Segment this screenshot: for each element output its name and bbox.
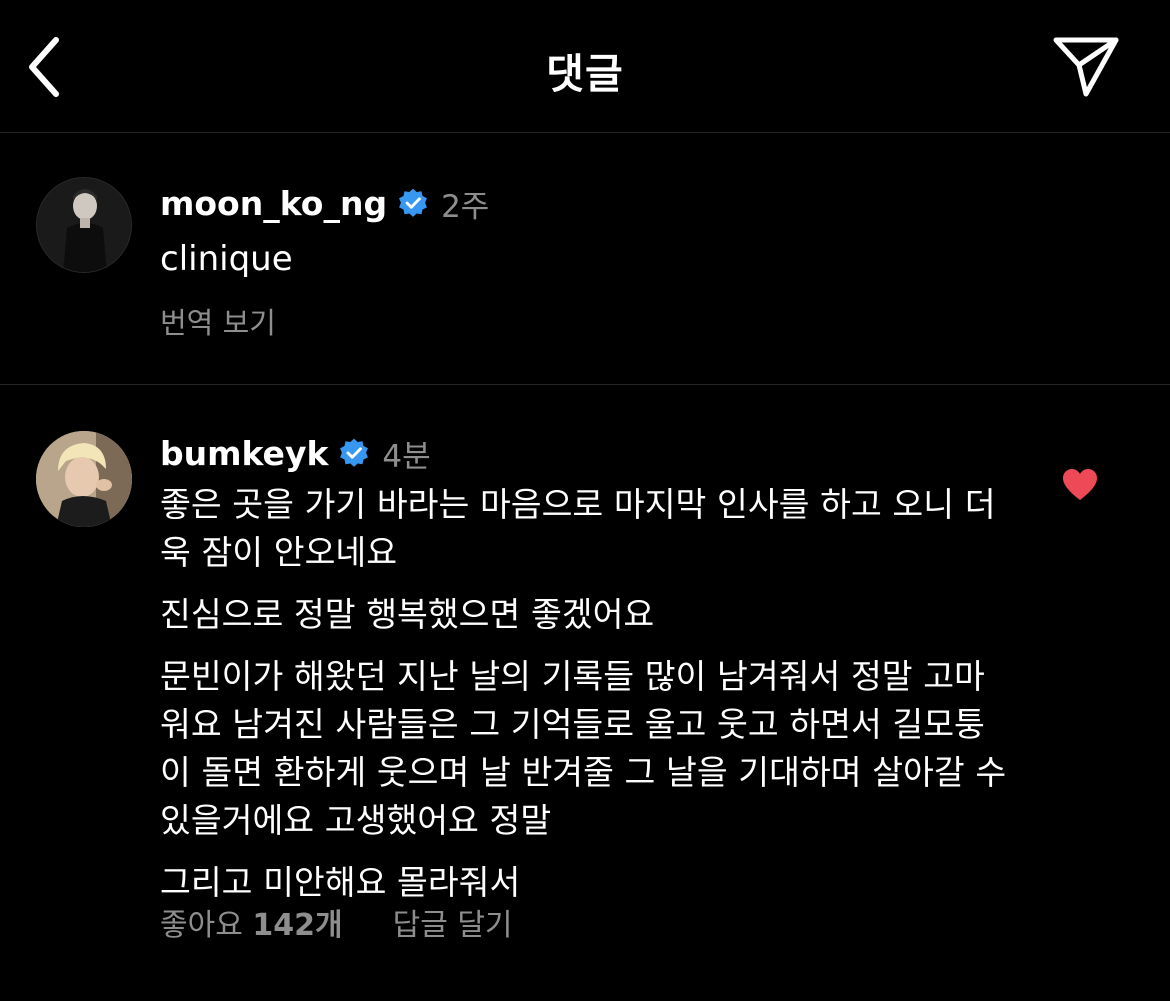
comment-paragraph: 문빈이가 해왔던 지난 날의 기록들 많이 남겨줘서 정말 고마워요 남겨진 사… (160, 657, 1007, 840)
avatar-image (37, 178, 131, 272)
comment-paragraph: 좋은 곳을 가기 바라는 마음으로 마지막 인사를 하고 오니 더욱 잠이 안오… (160, 485, 996, 572)
page-title: 댓글 (546, 50, 624, 98)
comment-item: moon_ko_ng 2주 clinique 번역 보기 (0, 133, 1170, 385)
reply-button[interactable]: 답글 달기 (393, 900, 513, 944)
comment-footer: 좋아요 142개 답글 달기 (160, 900, 513, 944)
likes-prefix: 좋아요 (160, 908, 243, 943)
verified-badge-icon (340, 438, 369, 467)
avatar[interactable] (36, 431, 132, 527)
comment-paragraph: 진심으로 정말 행복했으면 좋겠어요 (160, 595, 655, 634)
comment-time: 4분 (382, 438, 431, 475)
header: 댓글 (0, 0, 1170, 133)
likes-number: 142개 (252, 908, 343, 943)
username-link[interactable]: bumkeyk (160, 434, 328, 473)
comment-text: clinique (160, 239, 293, 279)
translate-link[interactable]: 번역 보기 (160, 300, 276, 342)
like-button[interactable] (1062, 468, 1098, 502)
comment-meta: bumkeyk 4분 (160, 433, 431, 475)
avatar[interactable] (36, 177, 132, 273)
comment-item: bumkeyk 4분 좋은 곳을 가기 바라는 마음으로 마지막 인사를 하고 … (0, 385, 1170, 1001)
avatar-image (36, 431, 132, 527)
comment-time: 2주 (441, 188, 490, 225)
comment-body: 좋은 곳을 가기 바라는 마음으로 마지막 인사를 하고 오니 더욱 잠이 안오… (160, 481, 1010, 921)
verified-badge-icon (399, 188, 427, 217)
likes-count[interactable]: 좋아요 142개 (160, 900, 343, 944)
comment-meta: moon_ko_ng 2주 (160, 183, 490, 225)
share-button[interactable] (1050, 34, 1124, 100)
username-link[interactable]: moon_ko_ng (160, 184, 387, 223)
paper-plane-icon (1053, 37, 1119, 97)
heart-icon (1063, 469, 1097, 500)
